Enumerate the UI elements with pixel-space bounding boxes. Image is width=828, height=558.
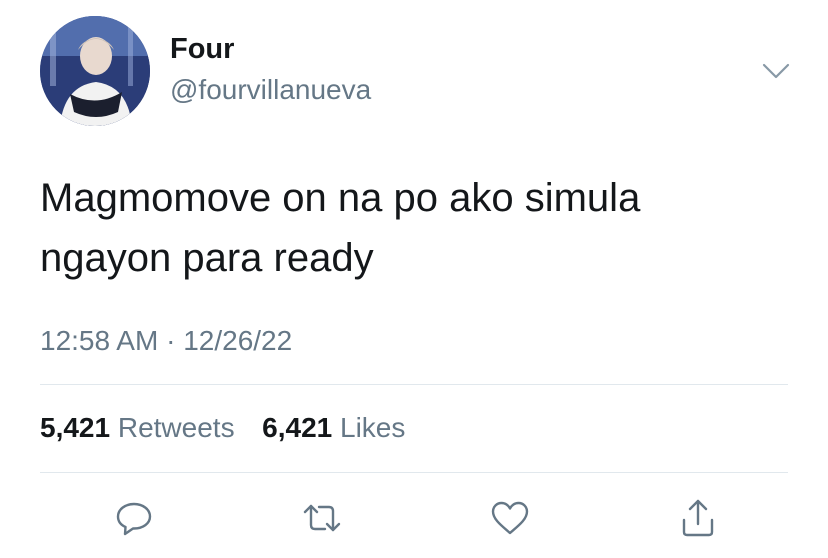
user-handle[interactable]: @fourvillanueva: [170, 74, 371, 106]
likes-label: Likes: [340, 412, 406, 443]
tweet-time: 12:58 AM: [40, 325, 159, 356]
retweets-count: 5,421: [40, 412, 111, 443]
tweet-text: Magmomove on na po ako simula ngayon par…: [40, 168, 800, 288]
tweet-timestamp: 12:58 AM · 12/26/22: [40, 325, 292, 357]
tweet-stats: 5,421 Retweets 6,421 Likes: [40, 412, 405, 444]
tweet-date[interactable]: 12/26/22: [183, 325, 292, 356]
retweets-label: Retweets: [117, 412, 235, 443]
meta-separator: ·: [166, 325, 176, 356]
chevron-down-icon[interactable]: [758, 56, 794, 84]
heart-icon[interactable]: [488, 496, 532, 540]
tweet-text-line: ngayon para ready: [40, 236, 374, 280]
share-icon[interactable]: [676, 496, 720, 540]
avatar[interactable]: [40, 16, 150, 126]
avatar-photo: [40, 16, 150, 126]
divider: [40, 384, 788, 385]
retweet-icon[interactable]: [300, 496, 344, 540]
retweets-stat[interactable]: 5,421 Retweets: [40, 412, 242, 443]
likes-stat[interactable]: 6,421 Likes: [262, 412, 405, 443]
divider: [40, 472, 788, 473]
tweet-text-line: Magmomove on na po ako simula: [40, 176, 641, 220]
display-name[interactable]: Four: [170, 33, 234, 66]
reply-icon[interactable]: [112, 496, 156, 540]
likes-count: 6,421: [262, 412, 333, 443]
